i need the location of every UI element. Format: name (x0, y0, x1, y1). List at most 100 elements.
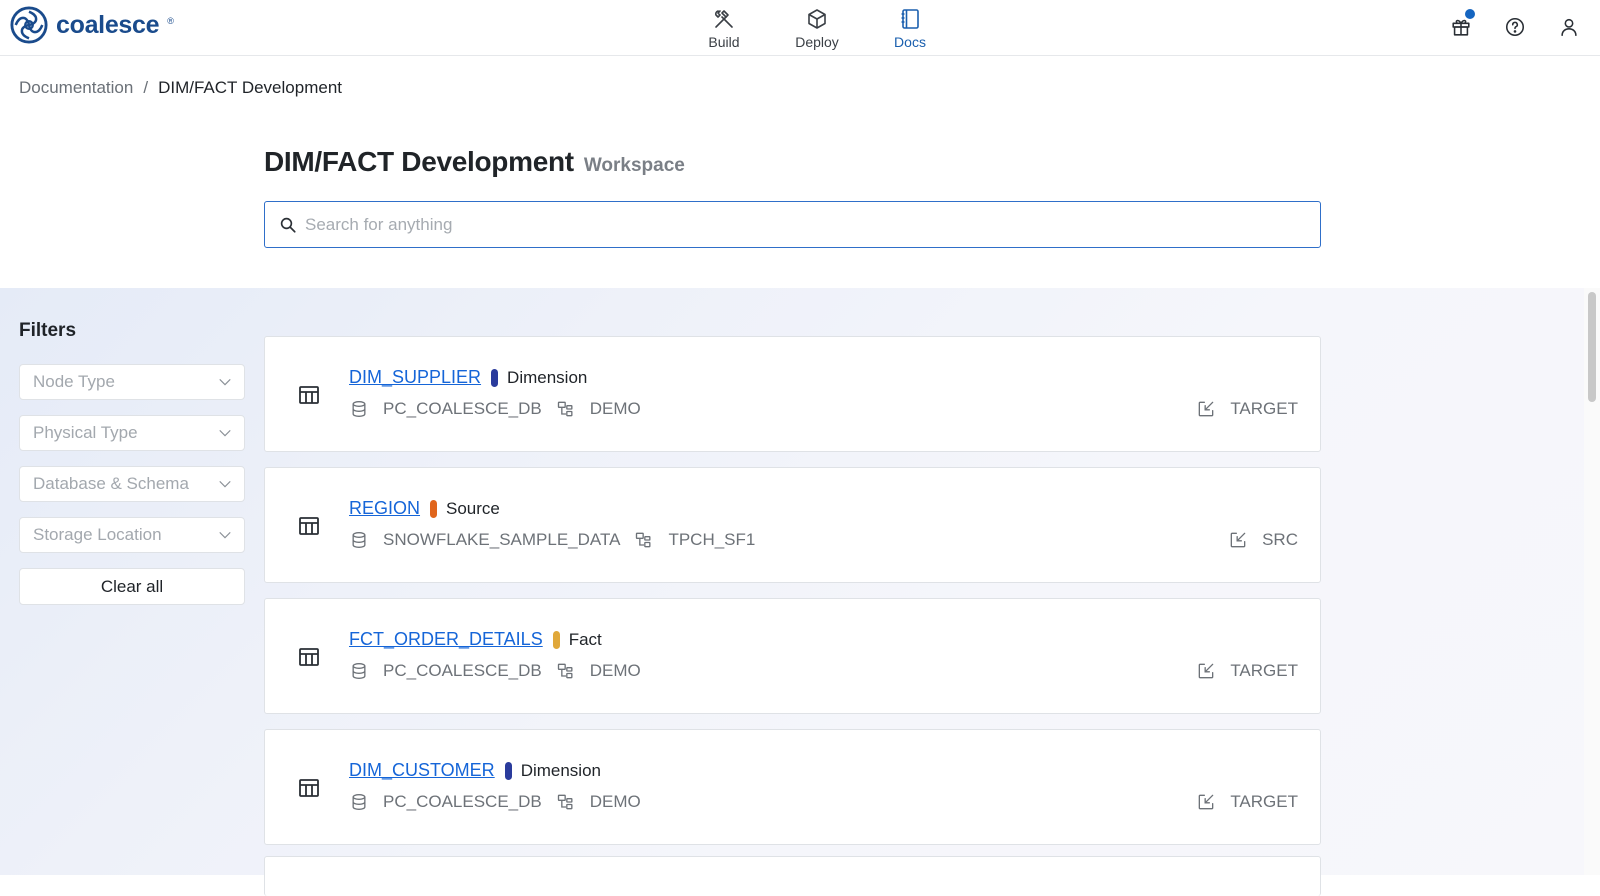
node-type-label: Dimension (507, 367, 588, 387)
chevron-down-icon (219, 378, 231, 386)
node-type-label: Source (446, 498, 500, 518)
scrollbar-thumb[interactable] (1588, 292, 1596, 402)
storage-location-icon (1198, 794, 1214, 810)
node-title-row: REGION Source (349, 498, 500, 519)
nav-deploy[interactable]: Deploy (777, 0, 857, 56)
node-type-indicator (552, 630, 560, 649)
table-icon (299, 779, 319, 797)
node-location: TARGET (1230, 792, 1298, 811)
help-icon (1505, 17, 1525, 37)
schema-icon (636, 532, 651, 548)
node-card[interactable]: FCT_ORDER_DETAILS Fact PC_COALESCE_DB DE… (264, 598, 1321, 714)
top-bar: coalesce ® Build Deploy Docs (0, 0, 1600, 56)
gift-icon (1452, 19, 1470, 36)
node-title-row: DIM_CUSTOMER Dimension (349, 760, 601, 781)
node-meta: SNOWFLAKE_SAMPLE_DATA TPCH_SF1 (349, 530, 755, 550)
chevron-down-icon (219, 531, 231, 539)
filter-node-type[interactable]: Node Type (19, 364, 245, 400)
filter-database-schema[interactable]: Database & Schema (19, 466, 245, 502)
node-meta: PC_COALESCE_DB DEMO (349, 399, 641, 419)
node-storage-location: SRC (1228, 530, 1298, 550)
nav-build-label: Build (708, 33, 740, 50)
filter-physical-type[interactable]: Physical Type (19, 415, 245, 451)
node-card[interactable]: REGION Source SNOWFLAKE_SAMPLE_DATA TPCH… (264, 467, 1321, 583)
node-title-row: DIM_SUPPLIER Dimension (349, 367, 587, 388)
search-box[interactable] (264, 201, 1321, 248)
storage-location-icon (1198, 663, 1214, 679)
node-type-label: Dimension (520, 760, 601, 780)
brand-name: coalesce (56, 10, 160, 39)
user-menu-button[interactable] (1552, 12, 1586, 42)
filter-storage-location[interactable]: Storage Location (19, 517, 245, 553)
node-storage-location: TARGET (1196, 661, 1298, 681)
storage-location-icon (1198, 401, 1214, 417)
storage-location-icon (1230, 532, 1246, 548)
page-title: DIM/FACT Development (264, 146, 574, 177)
node-schema: DEMO (589, 399, 641, 418)
node-card[interactable]: DIM_SUPPLIER Dimension PC_COALESCE_DB DE… (264, 336, 1321, 452)
node-database: PC_COALESCE_DB (383, 792, 542, 811)
node-location: TARGET (1230, 399, 1298, 418)
nav-deploy-label: Deploy (795, 33, 839, 50)
node-location: SRC (1262, 530, 1298, 549)
schema-icon (557, 401, 573, 417)
node-title-row: FCT_ORDER_DETAILS Fact (349, 629, 602, 650)
node-name-link[interactable]: DIM_CUSTOMER (349, 760, 495, 781)
database-icon (352, 401, 366, 418)
node-name-link[interactable]: DIM_SUPPLIER (349, 367, 481, 388)
node-schema: DEMO (589, 661, 641, 680)
top-right-actions (1444, 9, 1586, 42)
table-icon (299, 648, 319, 666)
whats-new-button[interactable] (1444, 9, 1478, 42)
node-type-indicator (491, 368, 499, 387)
notification-dot (1465, 9, 1475, 19)
node-name-link[interactable]: REGION (349, 498, 420, 519)
node-location: TARGET (1230, 661, 1298, 680)
user-icon (1561, 18, 1577, 37)
node-database: PC_COALESCE_DB (383, 661, 542, 680)
table-icon (299, 517, 319, 535)
node-meta: PC_COALESCE_DB DEMO (349, 792, 641, 812)
node-storage-location: TARGET (1196, 399, 1298, 419)
coalesce-logo-icon (10, 6, 48, 44)
clear-all-button[interactable]: Clear all (19, 568, 245, 605)
node-schema: TPCH_SF1 (668, 530, 756, 549)
nav-docs-label: Docs (894, 33, 926, 50)
nav-docs[interactable]: Docs (870, 0, 950, 56)
brand-reg: ® (167, 16, 174, 26)
schema-icon (557, 663, 573, 679)
help-button[interactable] (1498, 12, 1532, 42)
search-input[interactable] (305, 214, 1285, 235)
chevron-down-icon (219, 480, 231, 488)
filters-title: Filters (19, 320, 77, 341)
node-type-indicator (430, 499, 438, 518)
node-card-partial[interactable] (264, 856, 1321, 896)
node-meta: PC_COALESCE_DB DEMO (349, 661, 641, 681)
node-name-link[interactable]: FCT_ORDER_DETAILS (349, 629, 543, 650)
chevron-down-icon (219, 429, 231, 437)
nav-build[interactable]: Build (684, 0, 764, 56)
breadcrumb: Documentation / DIM/FACT Development (19, 78, 342, 98)
box-icon (808, 8, 826, 29)
page-header: DIM/FACT Development Workspace (264, 146, 685, 178)
breadcrumb-separator: / (143, 78, 149, 97)
breadcrumb-documentation[interactable]: Documentation (19, 78, 133, 98)
filter-physical-type-label: Physical Type (33, 423, 138, 442)
node-card[interactable]: DIM_CUSTOMER Dimension PC_COALESCE_DB DE… (264, 729, 1321, 845)
coalesce-logo[interactable]: coalesce ® (10, 6, 174, 44)
database-icon (352, 532, 366, 549)
table-icon (299, 386, 319, 404)
node-storage-location: TARGET (1196, 792, 1298, 812)
node-type-indicator (504, 761, 512, 780)
page-subtitle: Workspace (583, 155, 685, 176)
filter-database-schema-label: Database & Schema (33, 474, 189, 493)
node-database: PC_COALESCE_DB (383, 399, 542, 418)
breadcrumb-current: DIM/FACT Development (158, 78, 342, 97)
database-icon (352, 794, 366, 811)
hammer-wrench-icon (715, 9, 733, 28)
filter-storage-location-label: Storage Location (33, 525, 162, 544)
docs-icon (901, 8, 919, 29)
node-schema: DEMO (589, 792, 641, 811)
filter-node-type-label: Node Type (33, 372, 115, 391)
node-type-label: Fact (568, 629, 602, 649)
